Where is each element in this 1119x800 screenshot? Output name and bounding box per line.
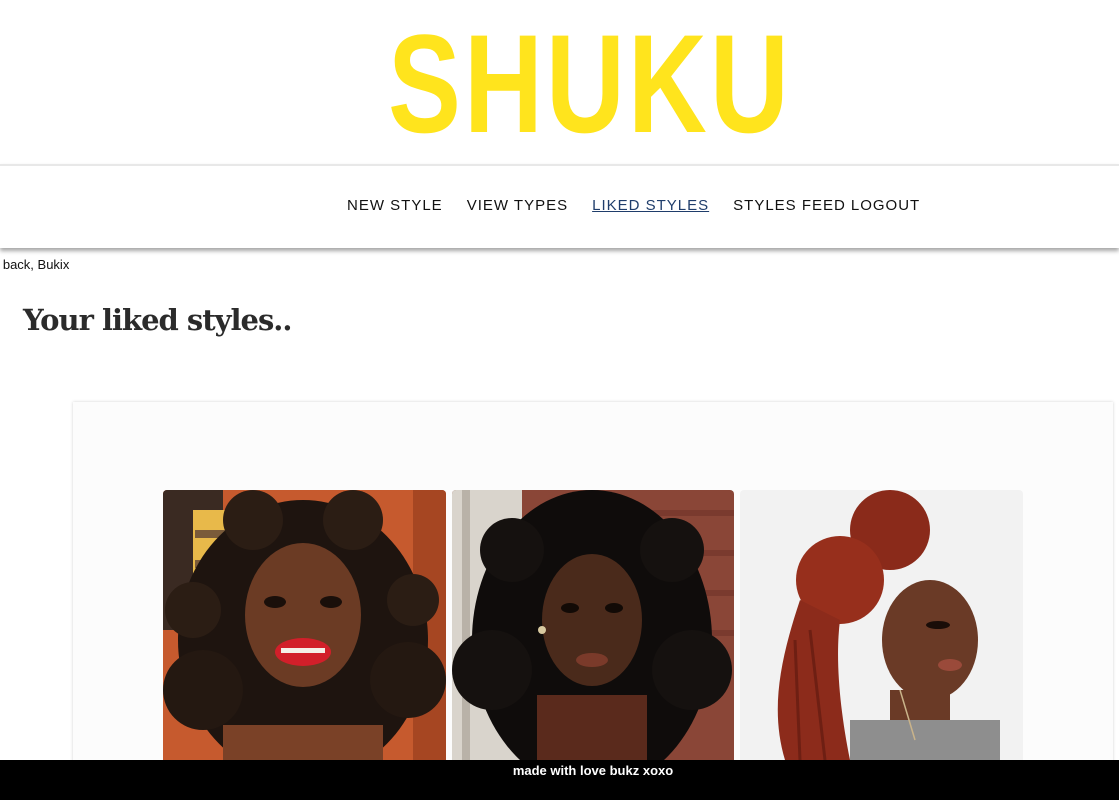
app-page: SHUKU NEW STYLE VIEW TYPES LIKED STYLES … [0, 0, 1119, 800]
nav-styles-feed[interactable]: STYLES FEED [733, 197, 846, 214]
main-nav: NEW STYLE VIEW TYPES LIKED STYLES STYLES… [0, 164, 1119, 248]
nav-pair: STYLES FEED LOGOUT [733, 197, 920, 214]
nav-new-style[interactable]: NEW STYLE [347, 197, 443, 214]
header: SHUKU [0, 0, 1119, 164]
red-braids-bun-portrait-photo [740, 490, 1023, 760]
footer-text: made with love bukz xoxo [512, 763, 674, 778]
nav-view-types[interactable]: VIEW TYPES [467, 197, 568, 214]
nav-logout[interactable]: LOGOUT [851, 197, 920, 214]
page-title: Your liked styles.. [23, 303, 292, 337]
curly-hair-portrait-photo [163, 490, 446, 760]
nav-liked-styles[interactable]: LIKED STYLES [592, 197, 709, 214]
footer: made with love bukz xoxo [0, 760, 1119, 800]
liked-style-card-1[interactable] [163, 490, 446, 760]
nav-links: NEW STYLE VIEW TYPES LIKED STYLES STYLES… [347, 197, 920, 214]
liked-style-card-3[interactable] [740, 490, 1023, 760]
long-curly-hair-portrait-photo [452, 490, 734, 760]
liked-style-card-2[interactable] [452, 490, 734, 760]
site-logo[interactable]: SHUKU [130, 14, 1050, 154]
welcome-message: e back, Bukix [0, 257, 70, 272]
